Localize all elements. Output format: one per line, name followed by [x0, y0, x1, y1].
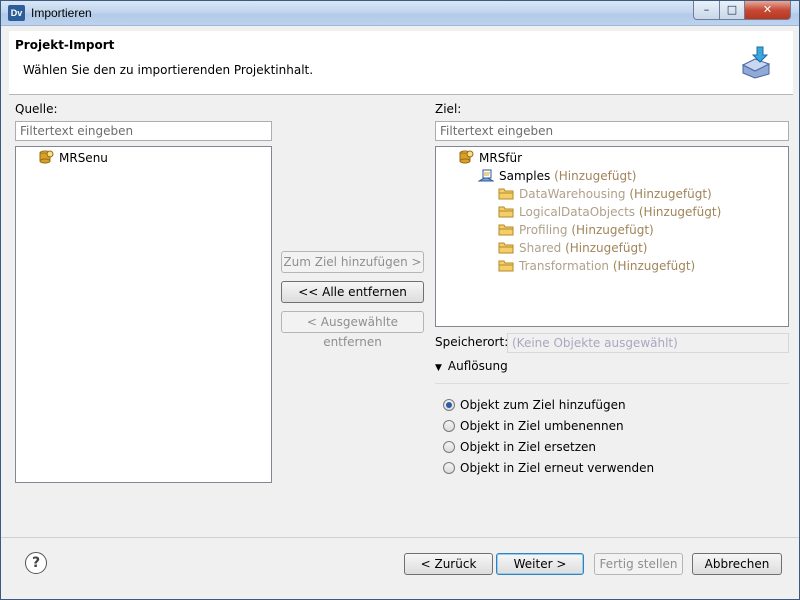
- footer-divider: [1, 537, 799, 538]
- target-tree-item[interactable]: DataWarehousing (Hinzugefügt): [498, 185, 712, 203]
- minimize-button[interactable]: –: [693, 1, 720, 20]
- target-tree-folder[interactable]: Samples (Hinzugefügt): [478, 167, 636, 185]
- added-tag: (Hinzugefügt): [565, 241, 648, 255]
- app-icon: Dv: [8, 5, 25, 21]
- minimize-icon: –: [703, 3, 710, 16]
- radio-button[interactable]: [443, 462, 455, 474]
- target-tree-item[interactable]: Profiling (Hinzugefügt): [498, 221, 654, 239]
- resolution-label: Auflösung: [447, 359, 508, 373]
- target-tree-root[interactable]: MRSfür: [458, 149, 522, 167]
- target-item-label: Transformation: [519, 259, 610, 273]
- added-tag: (Hinzugefügt): [571, 223, 654, 237]
- resolution-option-label: Objekt zum Ziel hinzufügen: [460, 398, 626, 412]
- target-label: Ziel:: [435, 102, 462, 116]
- folder-icon: [498, 224, 514, 236]
- finish-button[interactable]: Fertig stellen: [594, 553, 683, 575]
- resolution-option-label: Objekt in Ziel ersetzen: [460, 440, 597, 454]
- target-item-label: Profiling: [519, 223, 568, 237]
- window-title: Importieren: [31, 6, 92, 20]
- import-icon: [741, 46, 771, 79]
- added-tag: (Hinzugefügt): [554, 169, 637, 183]
- page-title: Projekt-Import: [15, 38, 115, 52]
- target-item-label: Shared: [519, 241, 562, 255]
- project-icon: [459, 150, 474, 164]
- target-filter-input[interactable]: Filtertext eingeben: [435, 121, 789, 141]
- resolution-option-label: Objekt in Ziel umbenennen: [460, 419, 624, 433]
- added-tag: (Hinzugefügt): [629, 187, 712, 201]
- resolution-section-header[interactable]: ▼ Auflösung: [435, 359, 508, 373]
- target-tree-item[interactable]: LogicalDataObjects (Hinzugefügt): [498, 203, 721, 221]
- close-button[interactable]: ✕: [744, 1, 791, 20]
- page-description: Wählen Sie den zu importierenden Projekt…: [23, 63, 314, 77]
- next-button[interactable]: Weiter >: [496, 553, 584, 575]
- import-dialog: Dv Importieren – □ ✕ Projekt-Import Wähl…: [0, 0, 800, 600]
- wizard-banner: Projekt-Import Wählen Sie den zu importi…: [9, 31, 793, 95]
- folder-icon: [498, 260, 514, 272]
- target-tree-item[interactable]: Transformation (Hinzugefügt): [498, 257, 695, 275]
- location-row: Speicherort: (Keine Objekte ausgewählt): [435, 333, 789, 353]
- source-tree-item[interactable]: MRSenu: [38, 149, 108, 167]
- add-to-target-button[interactable]: Zum Ziel hinzufügen >: [281, 251, 424, 273]
- radio-button[interactable]: [443, 420, 455, 432]
- help-icon[interactable]: ?: [25, 552, 47, 574]
- collapse-triangle-icon: ▼: [435, 363, 442, 373]
- resolution-option-rename[interactable]: Objekt in Ziel umbenennen: [443, 417, 624, 435]
- resolution-option-reuse[interactable]: Objekt in Ziel erneut verwenden: [443, 459, 654, 477]
- folder-icon: [498, 188, 514, 200]
- remove-all-button[interactable]: << Alle entfernen: [281, 281, 424, 303]
- resolution-option-add[interactable]: Objekt zum Ziel hinzufügen: [443, 396, 626, 414]
- source-label: Quelle:: [15, 102, 58, 116]
- target-item-label: LogicalDataObjects: [519, 205, 636, 219]
- location-value: (Keine Objekte ausgewählt): [507, 333, 789, 353]
- cancel-button[interactable]: Abbrechen: [692, 553, 782, 575]
- remove-selected-button[interactable]: < Ausgewählte entfernen: [281, 311, 424, 349]
- source-tree[interactable]: MRSenu: [15, 146, 272, 483]
- target-folder-label: Samples: [499, 169, 551, 183]
- close-icon: ✕: [762, 3, 773, 16]
- resolution-option-replace[interactable]: Objekt in Ziel ersetzen: [443, 438, 596, 456]
- folder-icon: [498, 206, 514, 218]
- folder-icon: [498, 242, 514, 254]
- radio-button[interactable]: [443, 399, 455, 411]
- maximize-button[interactable]: □: [719, 1, 745, 20]
- resolution-option-label: Objekt in Ziel erneut verwenden: [460, 461, 655, 475]
- title-bar[interactable]: Dv Importieren – □ ✕: [1, 1, 799, 26]
- added-tag: (Hinzugefügt): [612, 259, 696, 273]
- samples-icon: [478, 169, 494, 182]
- target-tree-item[interactable]: Shared (Hinzugefügt): [498, 239, 647, 257]
- resolution-options: Objekt zum Ziel hinzufügen Objekt in Zie…: [435, 383, 789, 481]
- target-root-label: MRSfür: [479, 151, 523, 165]
- source-filter-input[interactable]: Filtertext eingeben: [15, 121, 272, 141]
- back-button[interactable]: < Zurück: [404, 553, 493, 575]
- project-icon: [39, 150, 54, 164]
- location-label: Speicherort:: [435, 335, 509, 349]
- added-tag: (Hinzugefügt): [638, 205, 722, 219]
- source-tree-item-label: MRSenu: [59, 151, 108, 165]
- target-item-label: DataWarehousing: [519, 187, 626, 201]
- target-tree[interactable]: MRSfür Samples (Hinzugefügt) DataWarehou…: [435, 146, 789, 327]
- radio-button[interactable]: [443, 441, 455, 453]
- maximize-icon: □: [726, 3, 738, 16]
